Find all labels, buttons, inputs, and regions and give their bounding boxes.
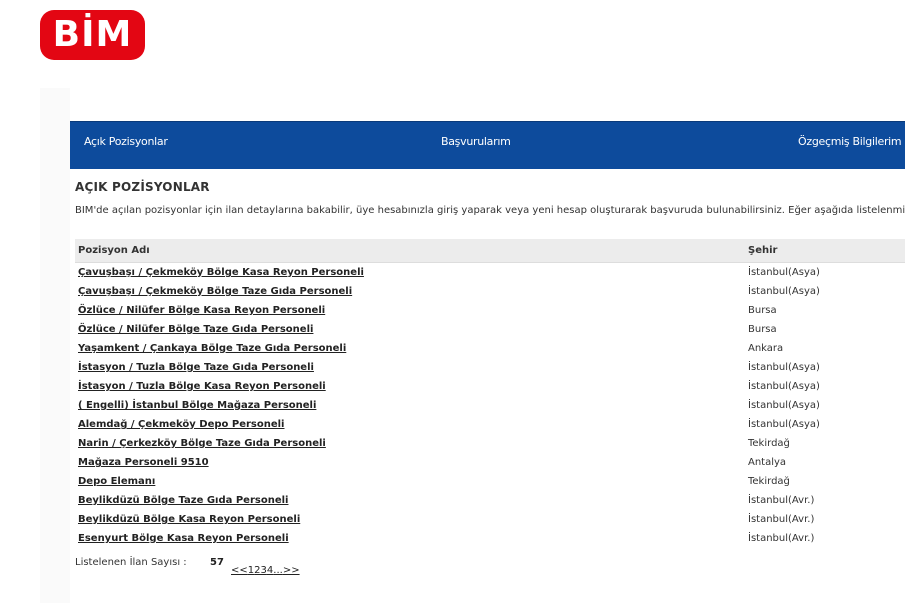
position-link[interactable]: Çavuşbaşı / Çekmeköy Bölge Kasa Reyon Pe… xyxy=(78,267,364,278)
position-link[interactable]: Çavuşbaşı / Çekmeköy Bölge Taze Gıda Per… xyxy=(78,286,352,297)
position-link[interactable]: Özlüce / Nilüfer Bölge Kasa Reyon Person… xyxy=(78,305,325,316)
position-link[interactable]: Beylikdüzü Bölge Kasa Reyon Personeli xyxy=(78,514,300,525)
position-city: Ankara xyxy=(748,343,784,354)
position-city: İstanbul(Avr.) xyxy=(748,514,815,525)
page-title: AÇIK POZİSYONLAR xyxy=(75,180,210,194)
page-description: BİM'de açılan pozisyonlar için ilan deta… xyxy=(75,205,905,216)
table-row: Depo Elemanı Tekirdağ xyxy=(75,473,905,492)
position-city: İstanbul(Avr.) xyxy=(748,533,815,544)
position-link[interactable]: Alemdağ / Çekmeköy Depo Personeli xyxy=(78,419,285,430)
nav-item-my-applications[interactable]: Başvurularım xyxy=(441,122,511,169)
table-row: Beylikdüzü Bölge Kasa Reyon Personeli İst… xyxy=(75,511,905,530)
position-link[interactable]: ( Engelli) İstanbul Bölge Mağaza Persone… xyxy=(78,400,316,411)
position-link[interactable]: Mağaza Personeli 9510 xyxy=(78,457,209,468)
logo-text: BİM xyxy=(52,14,133,55)
listing-count-label: Listelenen İlan Sayısı : xyxy=(75,557,187,568)
position-city: İstanbul(Asya) xyxy=(748,362,820,373)
pager-first-link[interactable]: << xyxy=(231,565,248,576)
table-row: ( Engelli) İstanbul Bölge Mağaza Persone… xyxy=(75,397,905,416)
pager-last-link[interactable]: >> xyxy=(283,565,300,576)
position-city: İstanbul(Asya) xyxy=(748,286,820,297)
position-city: İstanbul(Avr.) xyxy=(748,495,815,506)
table-row: Çavuşbaşı / Çekmeköy Bölge Kasa Reyon Pe… xyxy=(75,264,905,283)
table-header: Pozisyon Adı Şehir xyxy=(75,239,905,263)
position-city: Tekirdağ xyxy=(748,476,790,487)
table-row: Alemdağ / Çekmeköy Depo Personeli İstanbu… xyxy=(75,416,905,435)
position-city: Antalya xyxy=(748,457,787,468)
table-row: İstasyon / Tuzla Bölge Kasa Reyon Person… xyxy=(75,378,905,397)
pagination: <<1234...>> xyxy=(231,565,300,576)
nav-item-my-cv[interactable]: Özgeçmiş Bilgilerim xyxy=(798,122,902,169)
column-header-city[interactable]: Şehir xyxy=(748,245,777,256)
position-link[interactable]: Esenyurt Bölge Kasa Reyon Personeli xyxy=(78,533,289,544)
position-link[interactable]: Beylikdüzü Bölge Taze Gıda Personeli xyxy=(78,495,288,506)
position-city: Bursa xyxy=(748,305,777,316)
table-row: Çavuşbaşı / Çekmeköy Bölge Taze Gıda Per… xyxy=(75,283,905,302)
pager-ellipsis-link[interactable]: ... xyxy=(273,565,283,576)
bim-logo[interactable]: BİM xyxy=(40,10,145,60)
position-link[interactable]: İstasyon / Tuzla Bölge Kasa Reyon Person… xyxy=(78,381,326,392)
table-row: Özlüce / Nilüfer Bölge Kasa Reyon Person… xyxy=(75,302,905,321)
nav-item-open-positions[interactable]: Açık Pozisyonlar xyxy=(84,122,168,169)
position-link[interactable]: Yaşamkent / Çankaya Bölge Taze Gıda Pers… xyxy=(78,343,346,354)
position-link[interactable]: Narin / Çerkezköy Bölge Taze Gıda Person… xyxy=(78,438,326,449)
position-city: İstanbul(Asya) xyxy=(748,400,820,411)
table-row: Esenyurt Bölge Kasa Reyon Personeli İstan… xyxy=(75,530,905,549)
position-link[interactable]: Özlüce / Nilüfer Bölge Taze Gıda Persone… xyxy=(78,324,313,335)
positions-table: Çavuşbaşı / Çekmeköy Bölge Kasa Reyon Pe… xyxy=(75,264,905,549)
position-city: İstanbul(Asya) xyxy=(748,381,820,392)
table-row: Beylikdüzü Bölge Taze Gıda Personeli İsta… xyxy=(75,492,905,511)
column-header-position[interactable]: Pozisyon Adı xyxy=(78,245,150,256)
position-link[interactable]: Depo Elemanı xyxy=(78,476,155,487)
table-row: Mağaza Personeli 9510 Antalya xyxy=(75,454,905,473)
listing-count-value: 57 xyxy=(210,557,224,568)
table-row: İstasyon / Tuzla Bölge Taze Gıda Persone… xyxy=(75,359,905,378)
table-row: Yaşamkent / Çankaya Bölge Taze Gıda Pers… xyxy=(75,340,905,359)
table-row: Özlüce / Nilüfer Bölge Taze Gıda Persone… xyxy=(75,321,905,340)
table-row: Narin / Çerkezköy Bölge Taze Gıda Person… xyxy=(75,435,905,454)
position-city: İstanbul(Asya) xyxy=(748,267,820,278)
main-navbar: Açık Pozisyonlar Başvurularım Özgeçmiş B… xyxy=(70,121,905,169)
position-city: Tekirdağ xyxy=(748,438,790,449)
position-link[interactable]: İstasyon / Tuzla Bölge Taze Gıda Persone… xyxy=(78,362,314,373)
position-city: İstanbul(Asya) xyxy=(748,419,820,430)
position-city: Bursa xyxy=(748,324,777,335)
